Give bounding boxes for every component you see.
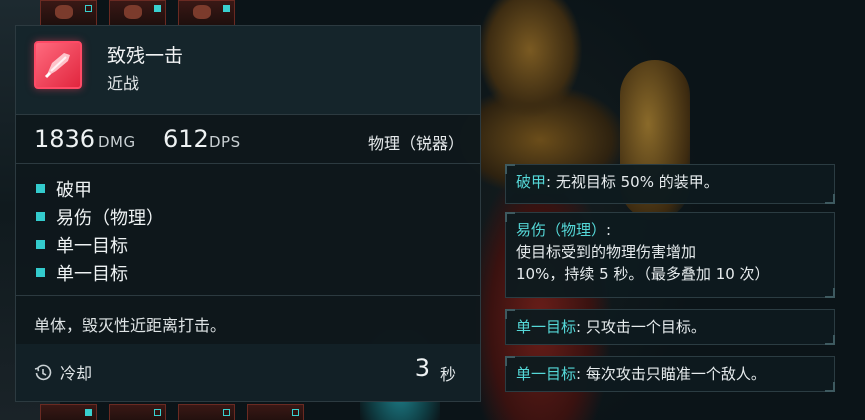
keyword-text: : 只攻击一个目标。 — [576, 318, 706, 336]
skill-slot[interactable] — [247, 404, 304, 420]
damage-value: 1836 — [34, 125, 96, 153]
keyword-box-vulnerable: 易伤（物理）: 使目标受到的物理伤害增加 10%，持续 5 秒。（最多叠加 10… — [505, 212, 835, 298]
cooldown-row: 冷却 3 秒 — [16, 344, 480, 401]
damage-unit: DMG — [98, 133, 136, 151]
tag-label: 单一目标 — [56, 264, 128, 285]
dps-unit: DPS — [209, 133, 241, 151]
tag-label: 易伤（物理） — [56, 208, 164, 229]
skill-slot[interactable] — [40, 0, 97, 28]
cooldown-unit: 秒 — [439, 365, 456, 384]
skill-type: 近战 — [107, 74, 140, 93]
skill-description: 单体，毁灭性近距离打击。 — [34, 316, 227, 335]
skill-slot[interactable] — [109, 404, 166, 420]
keyword-term: 破甲 — [516, 173, 547, 191]
tag-bullet — [36, 240, 45, 249]
keyword-term: 单一目标 — [516, 318, 577, 336]
divider — [16, 163, 480, 164]
skill-slot[interactable] — [178, 0, 235, 28]
cooldown-label: 冷却 — [60, 364, 93, 383]
keyword-term: 单一目标 — [516, 365, 577, 383]
keyword-text-line: 10%，持续 5 秒。（最多叠加 10 次） — [516, 265, 770, 283]
keyword-box-single-target: 单一目标: 每次攻击只瞄准一个敌人。 — [505, 356, 835, 392]
skill-slot[interactable] — [109, 0, 166, 28]
tag-label: 单一目标 — [56, 236, 128, 257]
dps-value: 612 — [163, 125, 209, 153]
keyword-text: : — [606, 221, 612, 239]
skill-slot[interactable] — [178, 404, 235, 420]
keyword-box-armor-break: 破甲: 无视目标 50% 的装甲。 — [505, 164, 835, 204]
damage-type: 物理（锐器） — [367, 134, 464, 153]
skill-stats: 1836 DMG 612 DPS 物理（锐器） — [34, 125, 464, 153]
bottom-skill-bar — [40, 404, 304, 420]
keyword-term: 易伤（物理） — [516, 221, 607, 239]
cooldown-timer-icon — [34, 364, 52, 386]
skill-name: 致残一击 — [107, 45, 184, 67]
slash-blade-icon — [34, 41, 82, 89]
tag-bullet — [36, 212, 45, 221]
tag-label: 破甲 — [56, 180, 92, 201]
tag-bullet — [36, 184, 45, 193]
keyword-text: : 无视目标 50% 的装甲。 — [546, 173, 719, 191]
tooltip-header: 致残一击 近战 — [16, 26, 480, 115]
keyword-box-single-target: 单一目标: 只攻击一个目标。 — [505, 309, 835, 345]
keyword-text: : 每次攻击只瞄准一个敌人。 — [576, 365, 766, 383]
skill-slot[interactable] — [40, 404, 97, 420]
cooldown-value: 3 — [414, 354, 430, 382]
top-skill-bar — [40, 0, 235, 28]
keyword-text-line: 使目标受到的物理伤害增加 — [516, 243, 697, 261]
skill-tooltip: 致残一击 近战 1836 DMG 612 DPS 物理（锐器） 破甲 易伤（物理… — [15, 25, 481, 402]
tag-bullet — [36, 268, 45, 277]
divider — [16, 295, 480, 296]
